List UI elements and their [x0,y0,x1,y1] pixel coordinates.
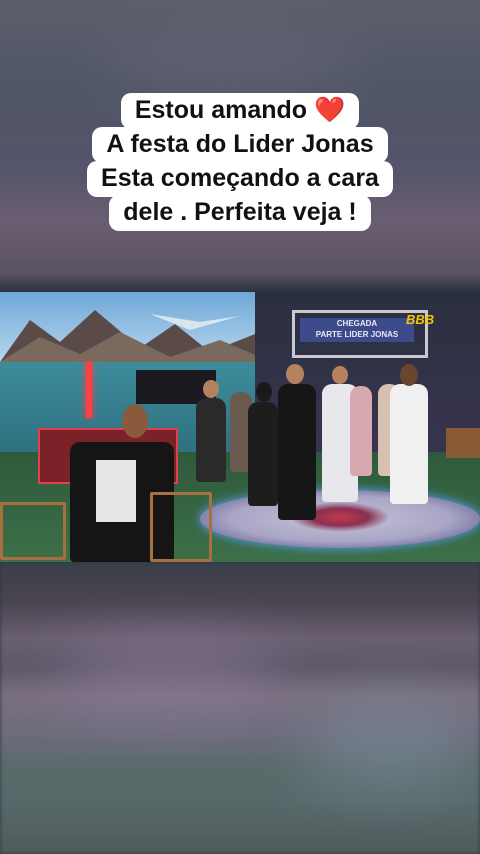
person-head [332,366,348,384]
person-head [203,380,219,398]
channel-logo: BBB [406,312,435,327]
video-frame[interactable]: CHEGADA PARTE LIDER JONAS BBB [0,292,480,562]
heart-icon: ❤️ [314,96,346,124]
chair [150,492,212,562]
blur-blob [100,30,360,90]
blur-blob [300,700,480,790]
caption-line-3: Esta começando a cara [87,161,393,197]
person [248,402,278,506]
person [278,384,316,520]
caption-overlay: Estou amando ❤️ A festa do Lider Jonas E… [0,93,480,231]
blur-blob [60,640,280,720]
caption-line-4: dele . Perfeita veja ! [109,195,371,231]
chair [0,502,66,560]
person-head [256,382,272,402]
neon-light [86,362,92,418]
person [196,398,226,482]
person-head [286,364,304,384]
party-sign: CHEGADA PARTE LIDER JONAS [300,318,414,342]
bench [446,428,480,458]
caption-line-1: Estou amando ❤️ [120,93,360,129]
person-head [400,364,418,386]
dancer-head [122,404,148,438]
person [390,384,428,504]
person [350,386,372,476]
shirt-print [96,460,136,522]
mountain-mural [0,310,260,362]
caption-line-2: A festa do Lider Jonas [92,127,388,163]
